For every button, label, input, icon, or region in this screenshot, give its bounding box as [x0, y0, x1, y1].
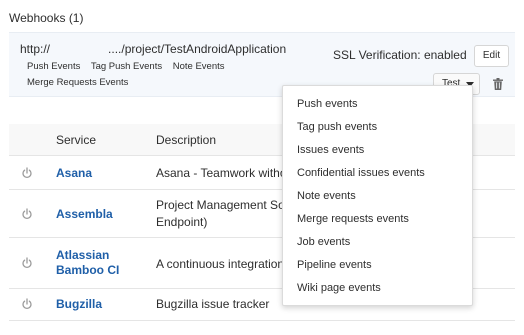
webhook-events: Push Events Tag Push Events Note Events … — [27, 59, 233, 91]
webhook-url: http:// ..../project/TestAndroidApplicati… — [20, 42, 286, 56]
webhook-url-prefix: http:// — [20, 42, 51, 56]
service-description: Project Management Soft — [156, 198, 292, 212]
service-link[interactable]: Bugzilla — [56, 297, 102, 312]
power-icon — [22, 298, 32, 310]
event-tag: Push Events — [27, 61, 81, 72]
service-description: A continuous integration — [156, 257, 285, 271]
webhook-url-path: ..../project/TestAndroidApplication — [108, 42, 287, 56]
test-events-dropdown-menu: Push events Tag push events Issues event… — [282, 85, 473, 306]
menu-item-wiki-page-events[interactable]: Wiki page events — [283, 277, 472, 300]
event-tag: Merge Requests Events — [27, 77, 129, 88]
column-header-description: Description — [156, 133, 217, 147]
menu-item-merge-requests-events[interactable]: Merge requests events — [283, 208, 472, 231]
event-tag: Tag Push Events — [90, 61, 163, 72]
service-link[interactable]: Asana — [56, 166, 92, 181]
webhooks-title: Webhooks (1) — [9, 11, 84, 25]
power-icon — [22, 257, 32, 269]
menu-item-note-events[interactable]: Note events — [283, 185, 472, 208]
menu-item-tag-push-events[interactable]: Tag push events — [283, 116, 472, 139]
ssl-verification-status: SSL Verification: enabled — [333, 48, 467, 62]
menu-item-push-events[interactable]: Push events — [283, 93, 472, 116]
service-description: Bugzilla issue tracker — [156, 297, 270, 311]
power-icon — [22, 167, 32, 179]
menu-item-pipeline-events[interactable]: Pipeline events — [283, 254, 472, 277]
service-link[interactable]: Assembla — [56, 207, 113, 222]
menu-item-issues-events[interactable]: Issues events — [283, 139, 472, 162]
redacted-host — [50, 43, 109, 56]
column-header-service: Service — [56, 133, 97, 147]
service-link[interactable]: Atlassian — [56, 248, 109, 263]
service-description: Endpoint) — [156, 215, 208, 229]
edit-webhook-button[interactable]: Edit — [474, 45, 509, 67]
service-link[interactable]: Bamboo CI — [56, 263, 119, 278]
menu-item-confidential-issues-events[interactable]: Confidential issues events — [283, 162, 472, 185]
power-icon — [22, 208, 32, 220]
menu-item-job-events[interactable]: Job events — [283, 231, 472, 254]
service-description: Asana - Teamwork withou — [156, 166, 294, 180]
event-tag: Note Events — [172, 61, 225, 72]
trash-icon[interactable] — [493, 78, 503, 90]
